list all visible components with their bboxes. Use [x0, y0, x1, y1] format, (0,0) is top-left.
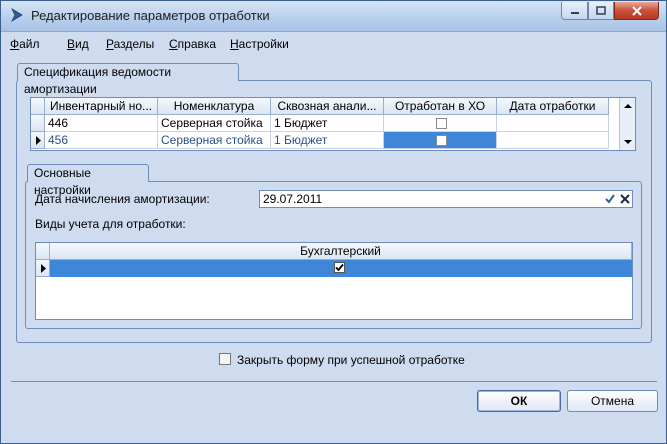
tab-main-settings[interactable]: Основные настройки [27, 164, 149, 197]
cell-date[interactable] [497, 115, 609, 132]
ok-button[interactable]: ОК [477, 390, 561, 412]
accounting-checkbox[interactable] [334, 262, 345, 273]
scroll-up-icon[interactable] [623, 103, 633, 109]
menu-file[interactable]: Файл [10, 37, 40, 51]
processed-checkbox[interactable] [436, 118, 447, 129]
menu-help[interactable]: Справка [169, 37, 216, 51]
close-button[interactable] [614, 2, 659, 20]
footer-separator [11, 381, 657, 382]
close-icon [631, 5, 642, 16]
table-row[interactable] [36, 260, 632, 277]
current-row-arrow-icon [36, 136, 41, 145]
amort-date-field[interactable]: 29.07.2011 [259, 190, 633, 208]
close-on-success-label[interactable]: Закрыть форму при успешной отработке [237, 353, 465, 367]
cell-inventory[interactable]: 456 [45, 132, 158, 149]
menu-settings[interactable]: Настройки [230, 37, 289, 51]
cell-analytics[interactable]: 1 Бюджет [271, 132, 384, 149]
dialog-window: Редактирование параметров отработки Файл… [0, 0, 667, 444]
title-bar[interactable]: Редактирование параметров отработки [1, 1, 666, 32]
row-indicator [31, 132, 45, 149]
cell-nomenclature[interactable]: Серверная стойка [158, 132, 271, 149]
col-date[interactable]: Дата отработки [497, 98, 609, 115]
cancel-button[interactable]: Отмена [567, 390, 658, 412]
menu-view[interactable]: Вид [67, 37, 89, 51]
accounting-types-label: Виды учета для отработки: [35, 217, 186, 231]
grid-corner [36, 243, 50, 260]
accounting-types-grid[interactable]: Бухгалтерский [35, 242, 633, 320]
processed-checkbox[interactable] [436, 135, 447, 146]
clear-icon[interactable] [619, 193, 631, 205]
close-on-success-checkbox[interactable] [219, 353, 231, 365]
tab-spec[interactable]: Спецификация ведомости амортизации [17, 63, 239, 96]
cell-inventory[interactable]: 446 [45, 115, 158, 132]
cell-date[interactable] [497, 132, 609, 149]
window-title: Редактирование параметров отработки [31, 8, 270, 23]
col-accounting[interactable]: Бухгалтерский [50, 243, 632, 260]
row-indicator [36, 260, 50, 277]
grid-corner [31, 98, 45, 115]
checkmark-icon [335, 263, 344, 272]
scroll-down-icon[interactable] [623, 139, 633, 145]
cell-processed[interactable] [384, 115, 497, 132]
col-processed[interactable]: Отработан в ХО [384, 98, 497, 115]
minimize-icon [570, 11, 579, 14]
amort-date-value[interactable]: 29.07.2011 [263, 192, 322, 206]
row-indicator [31, 115, 45, 132]
cell-processed[interactable] [384, 132, 497, 149]
maximize-icon [596, 6, 606, 15]
col-analytics[interactable]: Сквозная анали... [271, 98, 384, 115]
grid-scrollbar[interactable] [619, 98, 635, 150]
cell-analytics[interactable]: 1 Бюджет [271, 115, 384, 132]
minimize-button[interactable] [561, 2, 588, 20]
confirm-icon[interactable] [604, 193, 616, 205]
maximize-button[interactable] [588, 2, 614, 20]
current-row-arrow-icon [41, 264, 46, 273]
cell-nomenclature[interactable]: Серверная стойка [158, 115, 271, 132]
spec-grid[interactable]: Инвентарный но... Номенклатура Сквозная … [30, 97, 636, 151]
menu-sections[interactable]: Разделы [106, 37, 154, 51]
col-nomenclature[interactable]: Номенклатура [158, 98, 271, 115]
col-inventory[interactable]: Инвентарный но... [45, 98, 158, 115]
app-icon [11, 7, 23, 23]
